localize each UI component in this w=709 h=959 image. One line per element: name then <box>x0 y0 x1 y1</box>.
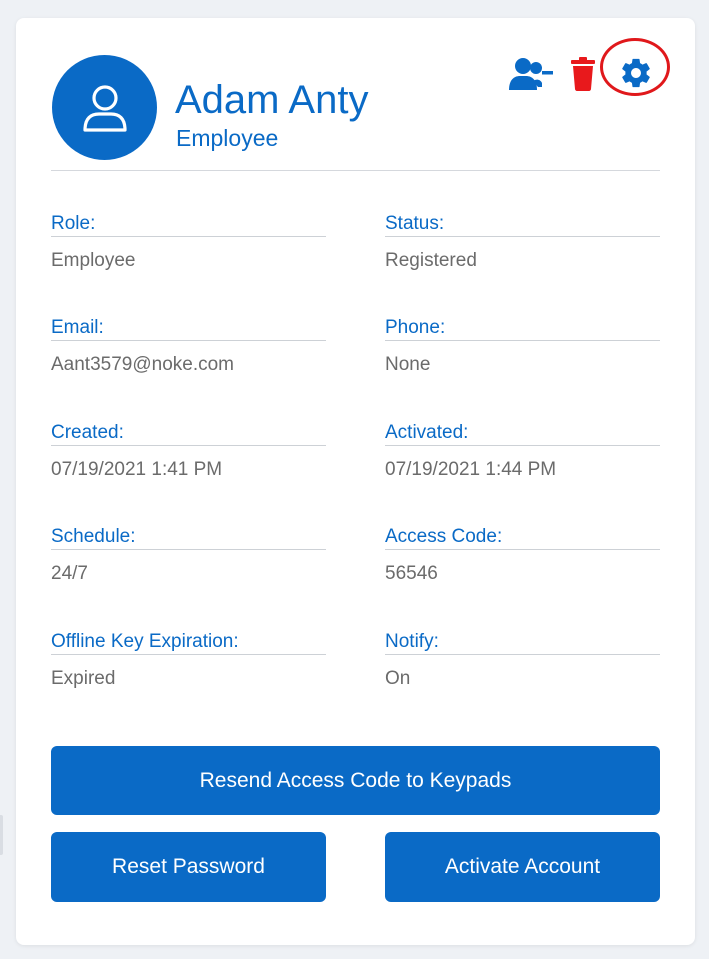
field-value: Aant3579@noke.com <box>51 354 235 375</box>
user-role-subtitle: Employee <box>176 125 279 151</box>
field-value: Employee <box>51 250 136 271</box>
field-divider <box>51 236 326 237</box>
field-divider <box>51 654 326 655</box>
field-label: Schedule: <box>51 526 136 547</box>
user-detail-card: Adam Anty Employee Role: Employee Status… <box>16 18 695 945</box>
field-label: Offline Key Expiration: <box>51 631 239 652</box>
field-access-code: Access Code: 56546 <box>385 525 660 586</box>
background-edge-marker <box>0 815 3 855</box>
delete-user-button[interactable] <box>569 54 597 94</box>
field-schedule: Schedule: 24/7 <box>51 525 326 586</box>
field-divider <box>51 549 326 550</box>
field-offline-key-expiration: Offline Key Expiration: Expired <box>51 630 326 691</box>
field-status: Status: Registered <box>385 212 660 273</box>
field-divider <box>385 654 660 655</box>
remove-user-button[interactable] <box>508 56 554 92</box>
field-value: On <box>385 668 411 689</box>
field-created: Created: 07/19/2021 1:41 PM <box>51 421 326 482</box>
field-label: Notify: <box>385 631 439 652</box>
gear-icon <box>622 58 650 88</box>
field-value: 07/19/2021 1:44 PM <box>385 459 557 480</box>
field-label: Created: <box>51 422 124 443</box>
field-label: Access Code: <box>385 526 503 547</box>
field-divider <box>385 340 660 341</box>
field-divider <box>385 549 660 550</box>
field-divider <box>385 236 660 237</box>
activate-account-button[interactable]: Activate Account <box>385 832 660 902</box>
field-phone: Phone: None <box>385 316 660 377</box>
field-label: Status: <box>385 213 445 234</box>
field-divider <box>51 340 326 341</box>
user-name: Adam Anty <box>175 78 369 122</box>
avatar <box>52 55 157 160</box>
field-email: Email: Aant3579@noke.com <box>51 316 326 377</box>
field-value: Registered <box>385 250 477 271</box>
field-divider <box>51 445 326 446</box>
field-label: Activated: <box>385 422 469 443</box>
field-label: Role: <box>51 213 96 234</box>
trash-icon <box>571 57 595 91</box>
header-divider <box>51 170 660 171</box>
field-value: Expired <box>51 668 116 689</box>
field-value: 24/7 <box>51 563 88 584</box>
field-divider <box>385 445 660 446</box>
field-value: None <box>385 354 431 375</box>
field-role: Role: Employee <box>51 212 326 273</box>
field-value: 07/19/2021 1:41 PM <box>51 459 223 480</box>
field-activated: Activated: 07/19/2021 1:44 PM <box>385 421 660 482</box>
user-minus-icon <box>509 58 553 90</box>
field-value: 56546 <box>385 563 438 584</box>
settings-button[interactable] <box>615 52 657 94</box>
user-avatar-icon <box>82 84 127 132</box>
resend-access-code-button[interactable]: Resend Access Code to Keypads <box>51 746 660 815</box>
field-notify: Notify: On <box>385 630 660 691</box>
field-label: Email: <box>51 317 104 338</box>
reset-password-button[interactable]: Reset Password <box>51 832 326 902</box>
field-label: Phone: <box>385 317 446 338</box>
